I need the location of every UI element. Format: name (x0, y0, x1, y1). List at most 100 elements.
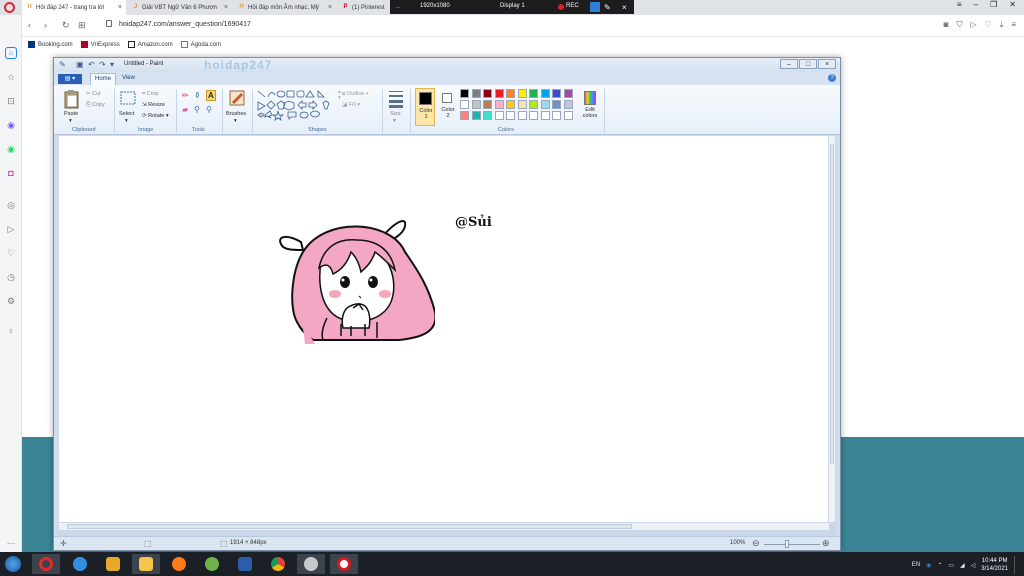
paint-app-icon[interactable]: ✎ (59, 60, 66, 69)
zoom-slider-thumb[interactable] (785, 540, 789, 548)
close-icon[interactable]: × (622, 3, 627, 12)
palette-swatch[interactable] (483, 111, 492, 120)
record-button[interactable]: REC (566, 3, 579, 9)
redo-icon[interactable]: ↷ (99, 60, 106, 69)
menu-icon[interactable]: ≡ (957, 0, 962, 14)
taskbar-recorder[interactable] (330, 554, 358, 574)
language-indicator[interactable]: EN (912, 562, 920, 568)
network-icon[interactable]: ◢ (960, 562, 965, 569)
customize-icon[interactable]: ▾ (110, 60, 114, 69)
horizontal-scroll-thumb[interactable] (67, 524, 632, 529)
bookmark-amazon[interactable]: Amazon.com (127, 41, 173, 48)
vertical-scroll-thumb[interactable] (830, 144, 834, 464)
gift-icon[interactable]: ⊡ (5, 95, 17, 107)
close-tab-icon[interactable]: × (115, 4, 122, 11)
more-icon[interactable]: … (5, 535, 17, 547)
drawing-canvas[interactable]: @Sủi (59, 136, 832, 522)
player-icon[interactable]: ◎ (5, 199, 17, 211)
palette-swatch[interactable] (540, 111, 550, 120)
outline-button[interactable]: ⧄ Outline ▾ (342, 91, 368, 98)
pen-icon[interactable]: ✎ (604, 3, 611, 12)
camera-icon[interactable]: ◙ (944, 20, 949, 30)
paste-button[interactable]: Paste (64, 111, 78, 117)
tab-home[interactable]: Home (90, 73, 116, 85)
reload-icon[interactable]: ↻ (62, 20, 70, 31)
browser-tab[interactable]: J Giải VBT Ngữ Văn 6 Phươn × (128, 0, 232, 15)
download-icon[interactable]: ⤓ (1000, 20, 1004, 30)
tab-view[interactable]: View (122, 75, 135, 81)
rotate-button[interactable]: ⟳ Rotate ▾ (142, 113, 169, 119)
palette-swatch[interactable] (517, 111, 527, 120)
taskbar-firefox[interactable] (165, 554, 193, 574)
instagram-icon[interactable]: ◘ (5, 167, 17, 179)
messenger-icon[interactable]: ◉ (5, 119, 17, 131)
show-desktop-button[interactable] (1014, 556, 1018, 574)
home-icon[interactable]: ⌂ (5, 47, 17, 59)
size-button[interactable]: Size (390, 111, 401, 117)
palette-swatch[interactable] (483, 89, 492, 98)
palette-swatch[interactable] (529, 111, 538, 120)
palette-swatch[interactable] (506, 100, 515, 109)
taskbar-paint[interactable] (297, 554, 325, 574)
play-icon[interactable]: ▷ (970, 20, 976, 30)
zoom-out-button[interactable]: ⊖ (752, 538, 760, 549)
heart-icon[interactable]: ♡ (985, 20, 992, 30)
taskbar-internet-explorer[interactable] (66, 554, 94, 574)
chevron-up-icon[interactable]: ⌃ (937, 562, 942, 569)
palette-swatch[interactable] (494, 89, 504, 98)
fill-button[interactable]: ◪ Fill ▾ (342, 102, 360, 108)
brushes-icon[interactable] (228, 89, 246, 109)
palette-swatch[interactable] (540, 89, 550, 98)
undo-icon[interactable]: ↶ (88, 60, 95, 69)
palette-swatch[interactable] (460, 111, 469, 120)
taskbar-opera[interactable] (32, 554, 60, 574)
bulb-icon[interactable]: ♀ (5, 325, 17, 337)
zoom-slider[interactable] (764, 544, 820, 545)
edit-colors-button[interactable]: Edit colors (580, 88, 600, 126)
palette-swatch[interactable] (552, 100, 561, 109)
palette-swatch[interactable] (471, 111, 481, 120)
forward-icon[interactable]: › (44, 20, 47, 30)
minimize-button[interactable]: – (780, 59, 798, 69)
palette-swatch[interactable] (563, 111, 573, 120)
palette-swatch[interactable] (552, 111, 561, 120)
maximize-button[interactable]: □ (799, 59, 817, 69)
magnifier-icon[interactable]: ⚲ (206, 105, 212, 114)
bookmark-agoda[interactable]: Agoda.com (180, 41, 221, 48)
close-tab-icon[interactable]: × (221, 4, 228, 11)
restore-icon[interactable]: ❐ (990, 0, 997, 14)
palette-swatch[interactable] (494, 111, 504, 120)
whatsapp-icon[interactable]: ◉ (5, 143, 17, 155)
palette-swatch[interactable] (494, 100, 504, 109)
stop-icon[interactable] (590, 2, 600, 12)
file-menu-button[interactable]: ▤ ▾ (58, 74, 82, 84)
palette-swatch[interactable] (540, 100, 550, 109)
browser-tab[interactable]: P (1) Pinterest (338, 0, 390, 15)
battery-icon[interactable]: ▭ (948, 562, 954, 569)
eraser-icon[interactable]: ▰ (182, 105, 188, 114)
palette-swatch[interactable] (517, 100, 527, 109)
palette-swatch[interactable] (563, 100, 573, 109)
browser-tab[interactable]: H Hỏi đáp môn Âm nhạc, Mỹ × (234, 0, 336, 15)
help-icon[interactable]: ? (828, 74, 836, 82)
select-icon[interactable] (120, 91, 136, 107)
cut-button[interactable]: ✂ Cut (86, 91, 101, 97)
opera-logo-icon[interactable] (4, 2, 15, 13)
bookmark-vnexpress[interactable]: VnExpress (80, 41, 120, 48)
pin-icon[interactable]: ⎯ (396, 3, 400, 13)
color2-button[interactable]: Color 2 (438, 88, 458, 126)
star-icon[interactable]: ☆ (5, 71, 17, 83)
taskbar-file-explorer[interactable] (132, 554, 160, 574)
shapes-gallery[interactable] (256, 89, 336, 123)
speed-dial-icon[interactable]: ⊞ (78, 20, 86, 31)
close-button[interactable]: × (818, 59, 836, 69)
pencil-icon[interactable]: ✏ (182, 91, 189, 100)
minimize-icon[interactable]: – (974, 0, 978, 14)
shield-icon[interactable]: ⛉ (956, 20, 962, 30)
taskbar-word[interactable] (231, 554, 259, 574)
palette-swatch[interactable] (552, 89, 561, 98)
lock-icon[interactable] (106, 20, 112, 27)
palette-swatch[interactable] (529, 100, 538, 109)
horizontal-scrollbar[interactable] (59, 523, 829, 530)
vertical-scrollbar[interactable] (828, 136, 835, 522)
